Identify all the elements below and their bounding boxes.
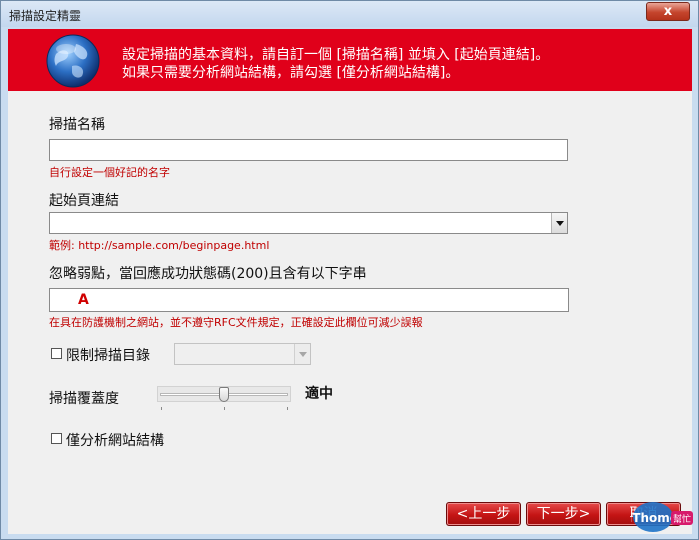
ignore-weakness-label: 忽略弱點，當回應成功狀態碼(200)且含有以下字串	[49, 266, 367, 282]
start-url-combo[interactable]	[49, 212, 568, 234]
banner-instruction-line1: 設定掃描的基本資料，請自訂一個 [掃描名稱] 並填入 [起始頁連結]。	[122, 47, 550, 63]
next-button[interactable]: 下一步>	[526, 502, 601, 526]
banner-instruction-line2: 如果只需要分析網站結構，請勾選 [僅分析網站結構]。	[122, 65, 460, 81]
structure-only-label: 僅分析網站結構	[66, 433, 164, 449]
scan-name-input[interactable]	[49, 139, 568, 161]
scan-name-hint: 自行設定一個好記的名字	[49, 166, 170, 179]
coverage-tick	[287, 407, 288, 410]
limit-directory-combo[interactable]	[174, 343, 311, 365]
back-button[interactable]: <上一步	[446, 502, 521, 526]
limit-directory-label: 限制掃描目錄	[66, 348, 150, 364]
globe-icon	[46, 34, 100, 88]
wizard-client-area: 設定掃描的基本資料，請自訂一個 [掃描名稱] 並填入 [起始頁連結]。 如果只需…	[8, 29, 692, 534]
coverage-tick	[224, 407, 225, 410]
close-button[interactable]: x	[646, 2, 690, 21]
coverage-slider-thumb[interactable]	[219, 387, 229, 402]
title-bar[interactable]: 掃描設定精靈 x	[1, 1, 698, 27]
watermark-badge: 幫忙	[673, 513, 691, 525]
window-title: 掃描設定精靈	[9, 9, 82, 23]
ithome-logo-watermark: iThome 幫忙	[631, 502, 693, 532]
start-url-dropdown-button[interactable]	[551, 213, 567, 233]
coverage-level-text: 適中	[305, 386, 333, 402]
coverage-slider[interactable]	[157, 386, 291, 402]
wizard-window: 掃描設定精靈 x 設定掃描的基本資料，請自訂一個 [掃描名稱] 並填入 [起始頁…	[0, 0, 699, 540]
structure-only-checkbox[interactable]	[51, 433, 62, 444]
limit-directory-checkbox[interactable]	[51, 348, 62, 359]
coverage-tick	[161, 407, 162, 410]
header-banner: 設定掃描的基本資料，請自訂一個 [掃描名稱] 並填入 [起始頁連結]。 如果只需…	[8, 29, 692, 91]
start-url-label: 起始頁連結	[49, 193, 119, 209]
limit-directory-dropdown-button[interactable]	[294, 344, 310, 364]
scan-name-label: 掃描名稱	[49, 117, 105, 133]
ignore-string-value: A	[78, 292, 89, 308]
coverage-label: 掃描覆蓋度	[49, 391, 119, 407]
ignore-string-input[interactable]: A	[49, 288, 569, 312]
watermark-text: iThome	[631, 511, 678, 525]
start-url-hint: 範例: http://sample.com/beginpage.html	[49, 239, 270, 252]
ignore-string-hint: 在具在防護機制之網站，並不遵守RFC文件規定，正確設定此欄位可減少誤報	[49, 316, 423, 329]
